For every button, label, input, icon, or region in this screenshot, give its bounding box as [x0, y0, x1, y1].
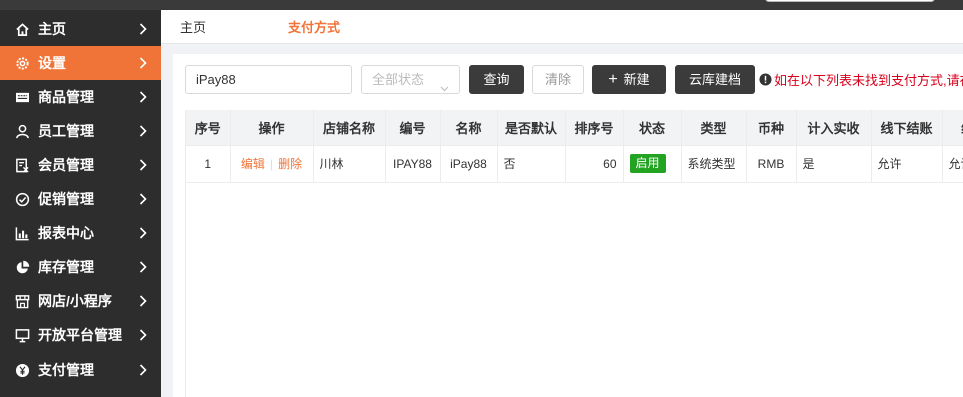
- column-header: 类型: [681, 110, 747, 146]
- cell-actions: 编辑 | 删除: [230, 145, 314, 183]
- chevron-right-icon: [137, 91, 149, 103]
- store-icon: [14, 293, 30, 309]
- cell-type: 系统类型: [681, 145, 747, 183]
- chevron-right-icon: [137, 159, 149, 171]
- column-header: 排序号: [565, 110, 624, 146]
- cell-sort-number: 60: [565, 145, 624, 183]
- cell-currency: RMB: [746, 145, 797, 183]
- column-header: 编号: [385, 110, 441, 146]
- cell-name: iPay88: [440, 145, 498, 183]
- sidebar-item-label: 网店/小程序: [38, 293, 112, 309]
- top-header-bar: [0, 0, 963, 10]
- table-header-row: 序号 操作 店铺名称 编号 名称 是否默认 排序号 状态 类型 币种 计入实收 …: [186, 110, 963, 146]
- chevron-right-icon: [137, 295, 149, 307]
- sidebar-item-label: 支付管理: [38, 362, 94, 378]
- gear-icon: [14, 55, 30, 71]
- keyboard-icon: [14, 89, 30, 105]
- sidebar-item-open-platform[interactable]: 开放平台管理: [0, 318, 161, 352]
- cloud-archive-button[interactable]: 云库建档: [675, 65, 755, 94]
- yuan-circle-icon: [14, 362, 30, 378]
- sidebar-item-home[interactable]: 主页: [0, 12, 161, 46]
- notice-text: 如在以下列表未找到支付方式,请在: [774, 73, 963, 88]
- sidebar-item-online-store[interactable]: 网店/小程序: [0, 284, 161, 318]
- content-panel: 全部状态 查询 清除 + 新建 云库建档 如在以下列表未找到支付方式,请在 序号 …: [173, 54, 963, 397]
- column-header: 币种: [746, 110, 797, 146]
- plus-icon: +: [608, 71, 618, 88]
- sidebar-item-label: 商品管理: [38, 89, 94, 105]
- sidebar-item-members[interactable]: 会员管理: [0, 148, 161, 182]
- chevron-right-icon: [137, 261, 149, 273]
- tab-bar: 主页 支付方式: [161, 10, 963, 44]
- sidebar-item-staff[interactable]: 员工管理: [0, 114, 161, 148]
- column-header: 操作: [230, 110, 314, 146]
- sidebar-item-label: 开放平台管理: [38, 327, 122, 343]
- sidebar-item-promotions[interactable]: 促销管理: [0, 182, 161, 216]
- cell-is-default: 否: [497, 145, 566, 183]
- edit-link[interactable]: 编辑: [241, 157, 265, 171]
- cell-count-received: 是: [796, 145, 872, 183]
- chevron-down-icon: [440, 75, 449, 92]
- clear-button[interactable]: 清除: [532, 65, 584, 94]
- sidebar-item-settings[interactable]: 设置: [0, 46, 161, 80]
- column-header: 计入实收: [796, 110, 872, 146]
- chevron-right-icon: [137, 329, 149, 341]
- sidebar: 主页 设置 商品管理 员工管理 会员管理 促销管理 报表中心 库存管理 网店/小: [0, 10, 161, 397]
- tab-payment-methods[interactable]: 支付方式: [288, 10, 340, 44]
- search-input[interactable]: [185, 65, 352, 94]
- monitor-icon: [14, 327, 30, 343]
- sidebar-item-products[interactable]: 商品管理: [0, 80, 161, 114]
- sidebar-item-label: 主页: [38, 21, 66, 37]
- sidebar-item-label: 设置: [38, 55, 66, 71]
- pie-chart-icon: [14, 259, 30, 275]
- status-select[interactable]: 全部状态: [361, 65, 460, 94]
- sidebar-item-inventory[interactable]: 库存管理: [0, 250, 161, 284]
- query-button[interactable]: 查询: [469, 65, 524, 94]
- top-search-box[interactable]: [765, 0, 935, 2]
- payment-methods-table: 序号 操作 店铺名称 编号 名称 是否默认 排序号 状态 类型 币种 计入实收 …: [185, 110, 963, 397]
- sidebar-item-label: 库存管理: [38, 259, 94, 275]
- sidebar-item-label: 报表中心: [38, 225, 94, 241]
- sidebar-item-label: 会员管理: [38, 157, 94, 173]
- chevron-right-icon: [137, 23, 149, 35]
- sidebar-item-payments[interactable]: 支付管理: [0, 353, 161, 387]
- notice-message: 如在以下列表未找到支付方式,请在: [759, 70, 963, 89]
- column-header: 序号: [186, 110, 231, 146]
- cell-offline-checkout: 允许: [871, 145, 943, 183]
- person-icon: [14, 123, 30, 139]
- delete-link[interactable]: 删除: [278, 157, 302, 171]
- chevron-right-icon: [137, 125, 149, 137]
- sidebar-item-reports[interactable]: 报表中心: [0, 216, 161, 250]
- column-header: 线下结账: [871, 110, 943, 146]
- cell-offline-more: 允许: [942, 145, 963, 183]
- column-header: 状态: [623, 110, 682, 146]
- action-separator: |: [269, 157, 274, 171]
- chevron-right-icon: [137, 227, 149, 239]
- cell-status: 启用: [623, 145, 682, 183]
- table-row[interactable]: 1 编辑 | 删除 川林 IPAY88 iPay88 否 60 启用 系统类型: [186, 145, 963, 183]
- column-header: 名称: [440, 110, 498, 146]
- sidebar-item-label: 员工管理: [38, 123, 94, 139]
- column-header: 店铺名称: [313, 110, 386, 146]
- cell-code: IPAY88: [385, 145, 441, 183]
- tab-home[interactable]: 主页: [180, 10, 206, 44]
- chevron-right-icon: [137, 364, 149, 376]
- cell-index: 1: [186, 145, 231, 183]
- check-circle-icon: [14, 191, 30, 207]
- sidebar-item-label: 促销管理: [38, 191, 94, 207]
- status-select-placeholder: 全部状态: [372, 72, 425, 87]
- member-card-icon: [14, 157, 30, 173]
- main-content: 主页 支付方式 全部状态 查询 清除 + 新建 云库建档 如在以下列表未找到支付方…: [161, 10, 963, 397]
- new-button-label: 新建: [623, 72, 650, 87]
- exclamation-circle-icon: [759, 73, 772, 86]
- column-header: 线下: [942, 110, 963, 146]
- cell-shop-name: 川林: [313, 145, 386, 183]
- home-icon: [14, 21, 30, 37]
- chevron-right-icon: [137, 193, 149, 205]
- new-button[interactable]: + 新建: [592, 65, 666, 94]
- bar-chart-icon: [14, 225, 30, 241]
- chevron-right-icon: [137, 57, 149, 69]
- status-badge: 启用: [629, 154, 666, 173]
- column-header: 是否默认: [497, 110, 566, 146]
